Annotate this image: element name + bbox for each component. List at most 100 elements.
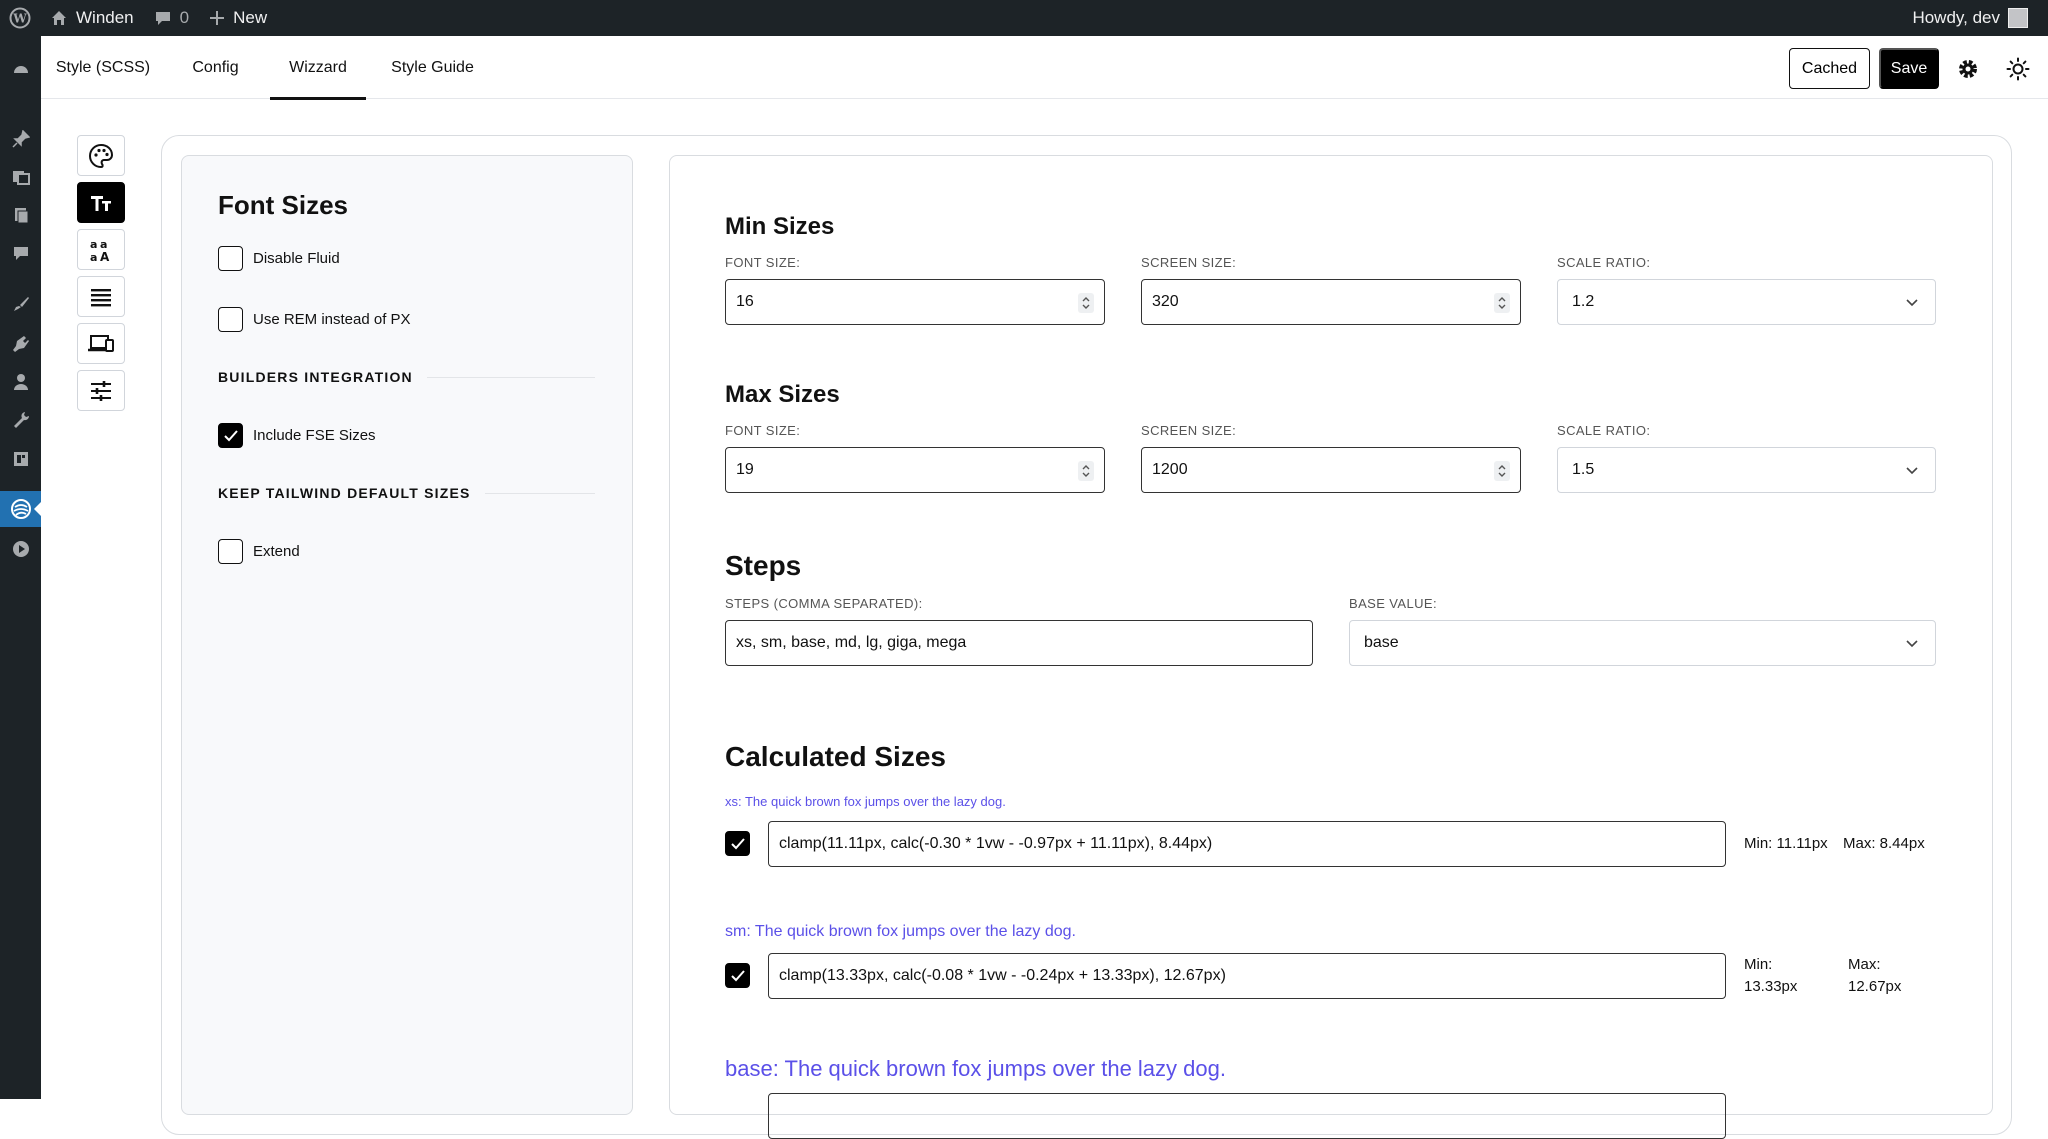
tab-style-scss[interactable]: Style (SCSS) [41, 36, 165, 99]
extend-option[interactable]: Extend [218, 539, 300, 564]
input-value: 1200 [1152, 461, 1188, 478]
media-icon[interactable] [0, 159, 41, 195]
min-sizes-heading: Min Sizes [725, 213, 835, 240]
settings-icon[interactable] [0, 441, 41, 477]
min-scale-ratio-select[interactable]: 1.2 [1557, 279, 1936, 325]
min-number: 13.33px [1744, 978, 1798, 995]
base-clamp-input[interactable] [768, 1093, 1726, 1139]
max-font-size-label: FONT SIZE: [725, 423, 801, 438]
option-label: Disable Fluid [253, 250, 340, 267]
max-screen-size-label: SCREEN SIZE: [1141, 423, 1237, 438]
base-value-label: BASE VALUE: [1349, 596, 1437, 611]
use-rem-option[interactable]: Use REM instead of PX [218, 307, 411, 332]
line-height-icon[interactable] [77, 276, 125, 317]
play-icon[interactable] [0, 531, 41, 567]
steps-input[interactable]: xs, sm, base, md, lg, giga, mega [725, 620, 1313, 666]
number-stepper-icon[interactable] [1494, 293, 1510, 313]
checkmark-icon [730, 837, 745, 849]
home-icon [52, 11, 66, 25]
comments-link[interactable]: 0 [144, 0, 199, 36]
input-value: xs, sm, base, md, lg, giga, mega [736, 634, 967, 651]
select-value: base [1364, 634, 1399, 651]
font-size-icon[interactable] [77, 182, 125, 223]
palette-icon[interactable] [77, 135, 125, 176]
chevron-down-icon [1906, 299, 1918, 307]
admin-side-menu [0, 36, 41, 1099]
cached-button[interactable]: Cached [1789, 48, 1870, 89]
max-sizes-heading: Max Sizes [725, 381, 840, 408]
gear-icon[interactable] [1955, 56, 1981, 82]
max-label: Max: [1848, 956, 1881, 973]
xs-clamp-input[interactable]: clamp(11.11px, calc(-0.30 * 1vw - -0.97p… [768, 821, 1726, 867]
pages-icon[interactable] [0, 197, 41, 233]
tab-label: Config [192, 58, 239, 76]
tab-style-guide[interactable]: Style Guide [380, 36, 485, 99]
svg-text:a: a [90, 251, 97, 264]
min-screen-size-label: SCREEN SIZE: [1141, 255, 1237, 270]
font-sizes-options-panel [181, 155, 633, 1115]
min-scale-ratio-label: SCALE RATIO: [1557, 255, 1651, 270]
min-font-size-input[interactable]: 16 [725, 279, 1105, 325]
tools-wrench-icon[interactable] [0, 402, 41, 438]
plugins-icon[interactable] [0, 326, 41, 362]
site-name-link[interactable]: Winden [40, 0, 144, 36]
tab-label: Wizzard [289, 58, 347, 76]
select-value: 1.2 [1572, 293, 1595, 310]
wordpress-logo-icon[interactable]: W [0, 0, 40, 36]
chevron-down-icon [1906, 640, 1918, 648]
steps-label: STEPS (COMMA SEPARATED): [725, 596, 923, 611]
max-font-size-input[interactable]: 19 [725, 447, 1105, 493]
option-label: Include FSE Sizes [253, 427, 376, 444]
save-button[interactable]: Save [1879, 48, 1939, 89]
select-value: 1.5 [1572, 461, 1595, 478]
use-rem-checkbox[interactable] [218, 307, 243, 332]
steps-heading: Steps [725, 550, 802, 581]
input-value: 16 [736, 293, 754, 310]
min-screen-size-input[interactable]: 320 [1141, 279, 1521, 325]
appearance-brush-icon[interactable] [0, 286, 41, 322]
extend-checkbox[interactable] [218, 539, 243, 564]
tab-wizzard[interactable]: Wizzard [270, 36, 366, 100]
input-value: 320 [1152, 293, 1179, 310]
input-value: 19 [736, 461, 754, 478]
posts-pin-icon[interactable] [0, 121, 41, 157]
disable-fluid-checkbox[interactable] [218, 246, 243, 271]
winden-plugin-icon[interactable] [0, 491, 41, 527]
sliders-icon[interactable] [77, 370, 125, 411]
sun-theme-icon[interactable] [2005, 56, 2031, 82]
tab-config[interactable]: Config [178, 36, 253, 99]
new-content-link[interactable]: New [199, 0, 277, 36]
number-stepper-icon[interactable] [1078, 293, 1094, 313]
max-number: 12.67px [1848, 978, 1902, 995]
number-stepper-icon[interactable] [1494, 461, 1510, 481]
typography-icon[interactable]: aaaA [77, 229, 125, 270]
my-account-link[interactable]: Howdy, dev [1902, 0, 2038, 36]
comments-count: 0 [179, 8, 190, 27]
base-value-select[interactable]: base [1349, 620, 1936, 666]
max-scale-ratio-label: SCALE RATIO: [1557, 423, 1651, 438]
sm-enabled-checkbox[interactable] [725, 963, 750, 988]
dashboard-icon[interactable] [0, 51, 41, 87]
sm-min-value: Min: 13.33px [1744, 954, 1797, 998]
chevron-down-icon [1906, 467, 1918, 475]
input-value: clamp(11.11px, calc(-0.30 * 1vw - -0.97p… [779, 835, 1213, 852]
comments-icon[interactable] [0, 235, 41, 271]
min-font-size-label: FONT SIZE: [725, 255, 801, 270]
option-label: Use REM instead of PX [253, 311, 411, 328]
include-fse-checkbox[interactable] [218, 423, 243, 448]
section-heading-text: BUILDERS INTEGRATION [218, 369, 413, 385]
checkmark-icon [730, 969, 745, 981]
users-icon[interactable] [0, 364, 41, 400]
xs-enabled-checkbox[interactable] [725, 831, 750, 856]
comment-icon [155, 12, 170, 25]
devices-icon[interactable] [77, 323, 125, 364]
number-stepper-icon[interactable] [1078, 461, 1094, 481]
builders-integration-heading: BUILDERS INTEGRATION [218, 369, 595, 385]
site-name: Winden [76, 8, 134, 27]
disable-fluid-option[interactable]: Disable Fluid [218, 246, 340, 271]
sm-clamp-input[interactable]: clamp(13.33px, calc(-0.08 * 1vw - -0.24p… [768, 953, 1726, 999]
max-screen-size-input[interactable]: 1200 [1141, 447, 1521, 493]
max-scale-ratio-select[interactable]: 1.5 [1557, 447, 1936, 493]
base-sample-text: base: The quick brown fox jumps over the… [725, 1056, 1226, 1081]
include-fse-option[interactable]: Include FSE Sizes [218, 423, 376, 448]
